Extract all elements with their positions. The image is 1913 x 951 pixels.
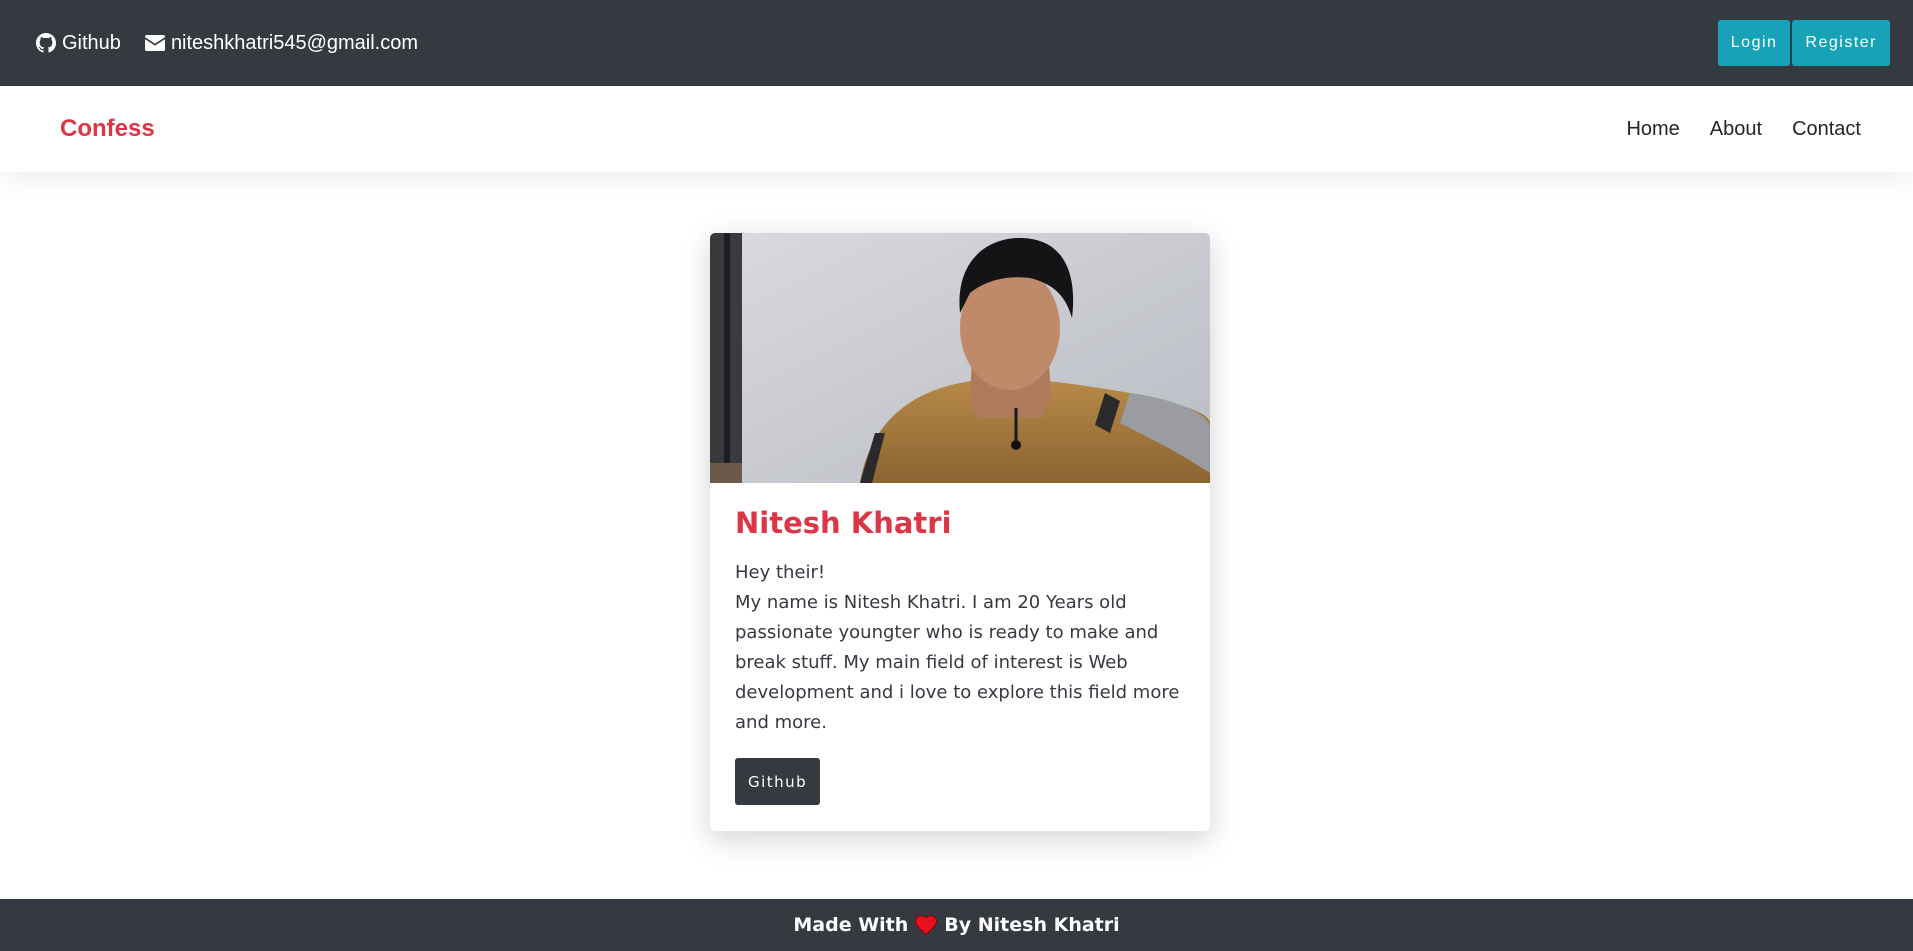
nav-contact[interactable]: Contact [1792,118,1861,141]
github-link[interactable]: Github [36,32,121,55]
nav-links: Home About Contact [1626,118,1861,141]
register-button[interactable]: Register [1792,20,1890,66]
profile-card: Nitesh Khatri Hey their! My name is Nite… [710,233,1210,831]
nav-home[interactable]: Home [1626,118,1679,141]
footer: Made With By Nitesh Khatri [0,899,1913,951]
nav-about[interactable]: About [1710,118,1762,141]
profile-bio: Hey their! My name is Nitesh Khatri. I a… [735,558,1185,738]
login-button[interactable]: Login [1717,20,1791,66]
profile-photo [710,233,1210,483]
top-bar: Github niteshkhatri545@gmail.com Login R… [0,0,1913,86]
profile-description: My name is Nitesh Khatri. I am 20 Years … [735,592,1180,733]
envelope-icon [144,33,165,53]
github-link-label: Github [62,31,121,54]
card-body: Nitesh Khatri Hey their! My name is Nite… [710,483,1210,830]
github-icon [36,33,56,53]
email-link[interactable]: niteshkhatri545@gmail.com [144,31,419,55]
main-navbar: Confess Home About Contact [0,86,1913,172]
footer-suffix: By Nitesh Khatri [944,914,1120,936]
footer-prefix: Made With [793,914,909,936]
email-link-label: niteshkhatri545@gmail.com [170,31,419,54]
heart-icon [915,915,938,935]
profile-greeting: Hey their! [735,562,826,583]
profile-name: Nitesh Khatri [735,506,952,540]
brand-logo[interactable]: Confess [60,115,155,143]
profile-github-button[interactable]: Github [735,758,821,805]
auth-buttons: Login Register [1717,20,1890,66]
contact-links: Github niteshkhatri545@gmail.com [36,32,418,55]
